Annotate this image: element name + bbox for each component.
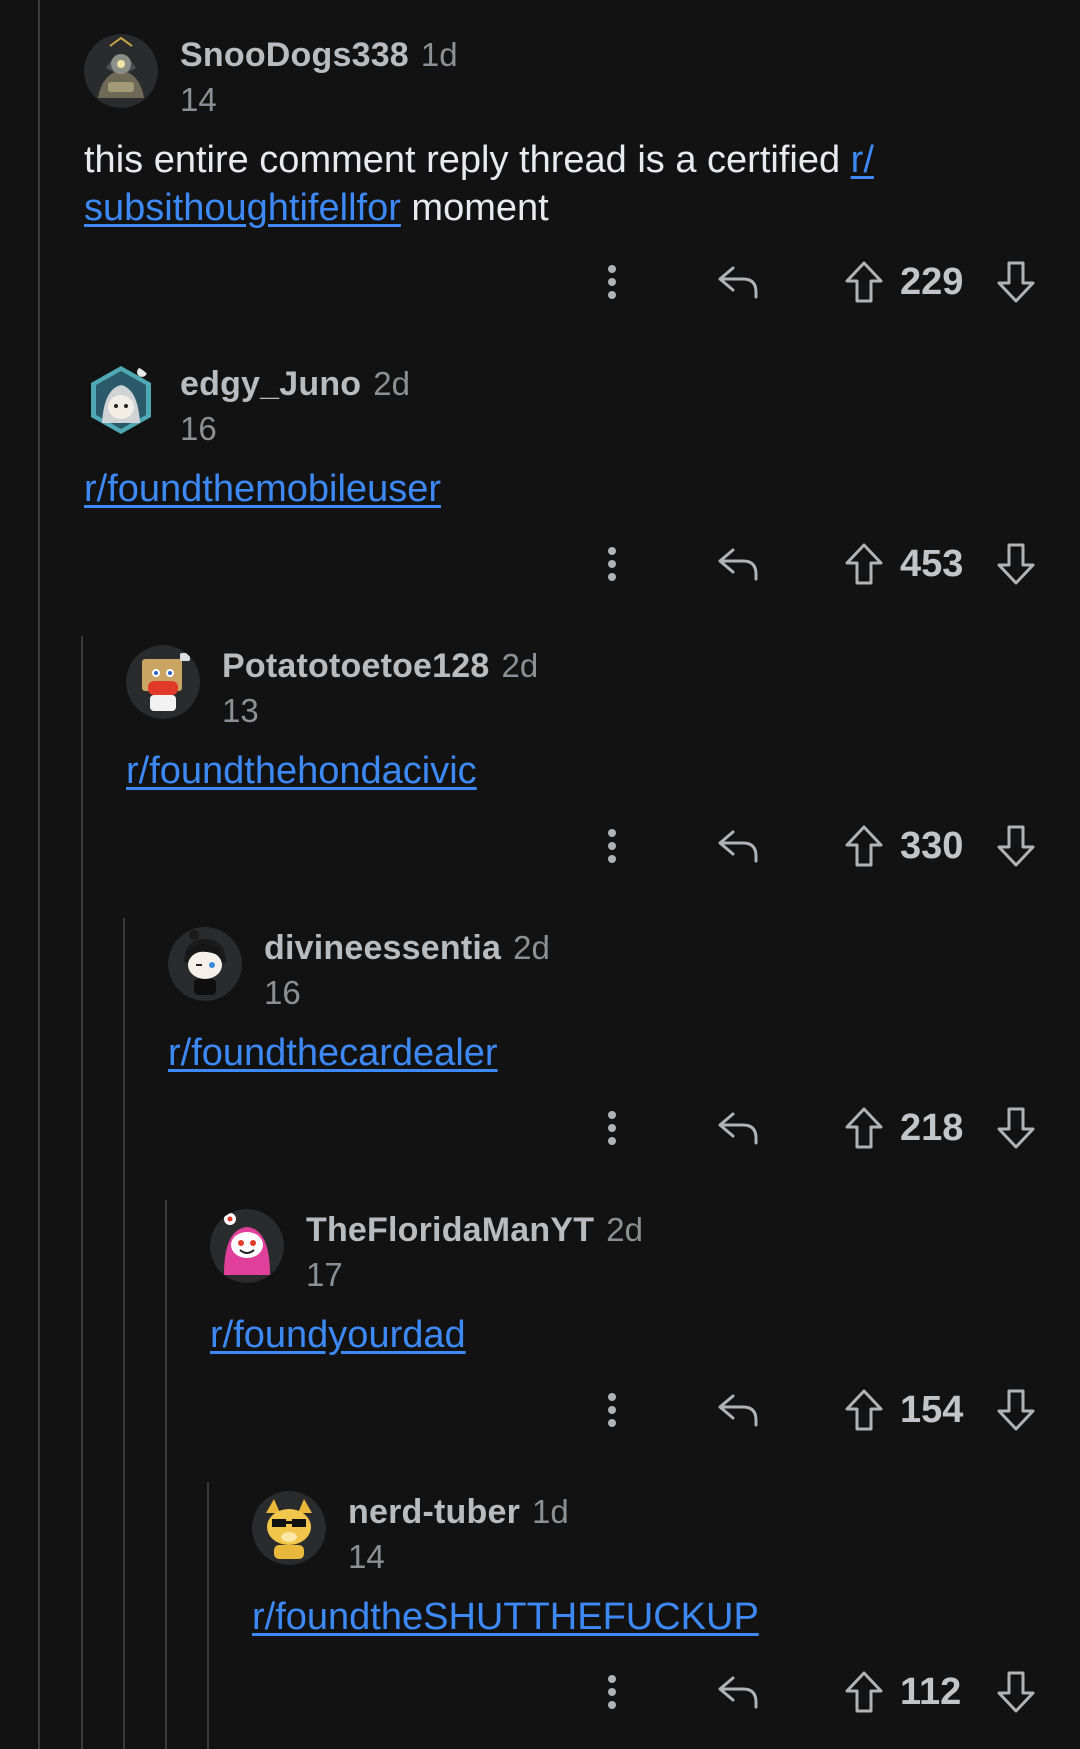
comment-text: this entire comment reply thread is a ce… <box>84 139 851 181</box>
comment: edgy_Juno 2d 16 r/foundthemobileuser <box>84 363 1080 513</box>
comment-age: 2d <box>501 647 539 684</box>
downvote-arrow-icon[interactable] <box>990 534 1042 594</box>
comment-meta: SnooDogs338 1d 14 <box>180 34 458 119</box>
comment-actions: 154 <box>0 1380 1080 1440</box>
more-options-icon[interactable] <box>597 252 627 312</box>
user-karma: 17 <box>306 1256 343 1293</box>
upvote-arrow-icon[interactable] <box>838 1098 890 1158</box>
subreddit-link[interactable]: r/foundtheSHUTTHEFUCKUP <box>252 1596 759 1638</box>
comment-actions: 112 <box>0 1662 1080 1722</box>
username[interactable]: TheFloridaManYT <box>306 1211 594 1250</box>
comment-meta: Potatotoetoe128 2d 13 <box>222 645 538 730</box>
downvote-arrow-icon[interactable] <box>990 1098 1042 1158</box>
subreddit-link[interactable]: r/foundthemobileuser <box>84 468 441 510</box>
reply-icon[interactable] <box>712 816 764 876</box>
comment: divineessentia 2d 16 r/foundthecardealer <box>168 927 1080 1077</box>
thread-line-level-2[interactable] <box>123 918 125 1749</box>
user-karma: 14 <box>348 1538 385 1575</box>
upvote-arrow-icon[interactable] <box>838 252 890 312</box>
username[interactable]: SnooDogs338 <box>180 36 409 75</box>
upvote-arrow-icon[interactable] <box>838 1380 890 1440</box>
reply-icon[interactable] <box>712 1662 764 1722</box>
vote-count: 154 <box>900 1388 964 1431</box>
downvote-arrow-icon[interactable] <box>990 816 1042 876</box>
subreddit-link[interactable]: r/foundyourdad <box>210 1314 466 1356</box>
comment-age: 1d <box>420 36 458 73</box>
comment-meta: nerd-tuber 1d 14 <box>348 1491 569 1576</box>
upvote-arrow-icon[interactable] <box>838 1662 890 1722</box>
more-options-icon[interactable] <box>597 1380 627 1440</box>
comment-body: r/foundthemobileuser <box>84 465 1080 513</box>
comment-age: 2d <box>513 929 550 966</box>
upvote-arrow-icon[interactable] <box>838 816 890 876</box>
username[interactable]: Potatotoetoe128 <box>222 647 490 686</box>
user-karma: 13 <box>222 692 259 729</box>
user-karma: 16 <box>180 410 217 447</box>
comment-actions: 229 <box>0 252 1080 312</box>
comment: SnooDogs338 1d 14 this entire comment re… <box>84 34 1080 232</box>
vote-count: 453 <box>900 542 964 585</box>
vote-count: 112 <box>900 1670 962 1713</box>
more-options-icon[interactable] <box>597 816 627 876</box>
comment-header: edgy_Juno 2d 16 <box>84 363 1080 447</box>
username[interactable]: divineessentia <box>264 929 501 968</box>
username[interactable]: edgy_Juno <box>180 365 361 404</box>
user-karma: 16 <box>264 974 301 1011</box>
comment-header: divineessentia 2d 16 <box>168 927 1080 1011</box>
downvote-arrow-icon[interactable] <box>990 1380 1042 1440</box>
more-options-icon[interactable] <box>597 1662 627 1722</box>
robot-avatar-icon[interactable] <box>84 34 158 108</box>
comment-meta: edgy_Juno 2d 16 <box>180 363 410 448</box>
comment-header: nerd-tuber 1d 14 <box>252 1491 1080 1575</box>
comment-body: r/foundthecardealer <box>168 1029 1080 1077</box>
downvote-arrow-icon[interactable] <box>990 1662 1042 1722</box>
comment-text: moment <box>400 187 549 229</box>
username[interactable]: nerd-tuber <box>348 1493 520 1532</box>
comment-header: TheFloridaManYT 2d 17 <box>210 1209 1080 1293</box>
box-head-snoo-avatar-icon[interactable] <box>126 645 200 719</box>
comment-body: r/foundtheSHUTTHEFUCKUP <box>252 1593 1080 1641</box>
black-hair-snoo-avatar-icon[interactable] <box>168 927 242 1001</box>
more-options-icon[interactable] <box>597 534 627 594</box>
comment-age: 2d <box>373 365 410 402</box>
thread-line-level-1[interactable] <box>81 636 83 1749</box>
pink-hoodie-snoo-avatar-icon[interactable] <box>210 1209 284 1283</box>
comment-body: r/foundthehondacivic <box>126 747 1080 795</box>
comment: nerd-tuber 1d 14 r/foundtheSHUTTHEFUCKUP <box>252 1491 1080 1641</box>
vote-count: 330 <box>900 824 964 867</box>
reply-icon[interactable] <box>712 1380 764 1440</box>
hooded-snoo-avatar-icon[interactable] <box>84 363 158 437</box>
vote-count: 229 <box>900 260 964 303</box>
comment-age: 1d <box>532 1493 569 1530</box>
comment: TheFloridaManYT 2d 17 r/foundyourdad <box>210 1209 1080 1359</box>
reply-icon[interactable] <box>712 1098 764 1158</box>
comment-actions: 453 <box>0 534 1080 594</box>
comment-actions: 330 <box>0 816 1080 876</box>
subreddit-link[interactable]: r/foundthecardealer <box>168 1032 498 1074</box>
more-options-icon[interactable] <box>597 1098 627 1158</box>
downvote-arrow-icon[interactable] <box>990 252 1042 312</box>
upvote-arrow-icon[interactable] <box>838 534 890 594</box>
comment-body: r/foundyourdad <box>210 1311 1080 1359</box>
comment-body: this entire comment reply thread is a ce… <box>84 136 1080 232</box>
user-karma: 14 <box>180 81 217 118</box>
comment-age: 2d <box>606 1211 643 1248</box>
vote-count: 218 <box>900 1106 964 1149</box>
comment-header: SnooDogs338 1d 14 <box>84 34 1080 118</box>
comment-meta: divineessentia 2d 16 <box>264 927 550 1012</box>
comment-actions: 218 <box>0 1098 1080 1158</box>
comment: Potatotoetoe128 2d 13 r/foundthehondaciv… <box>126 645 1080 795</box>
comment-header: Potatotoetoe128 2d 13 <box>126 645 1080 729</box>
comment-meta: TheFloridaManYT 2d 17 <box>306 1209 643 1294</box>
reply-icon[interactable] <box>712 534 764 594</box>
doge-sunglasses-avatar-icon[interactable] <box>252 1491 326 1565</box>
reply-icon[interactable] <box>712 252 764 312</box>
subreddit-link[interactable]: r/foundthehondacivic <box>126 750 477 792</box>
